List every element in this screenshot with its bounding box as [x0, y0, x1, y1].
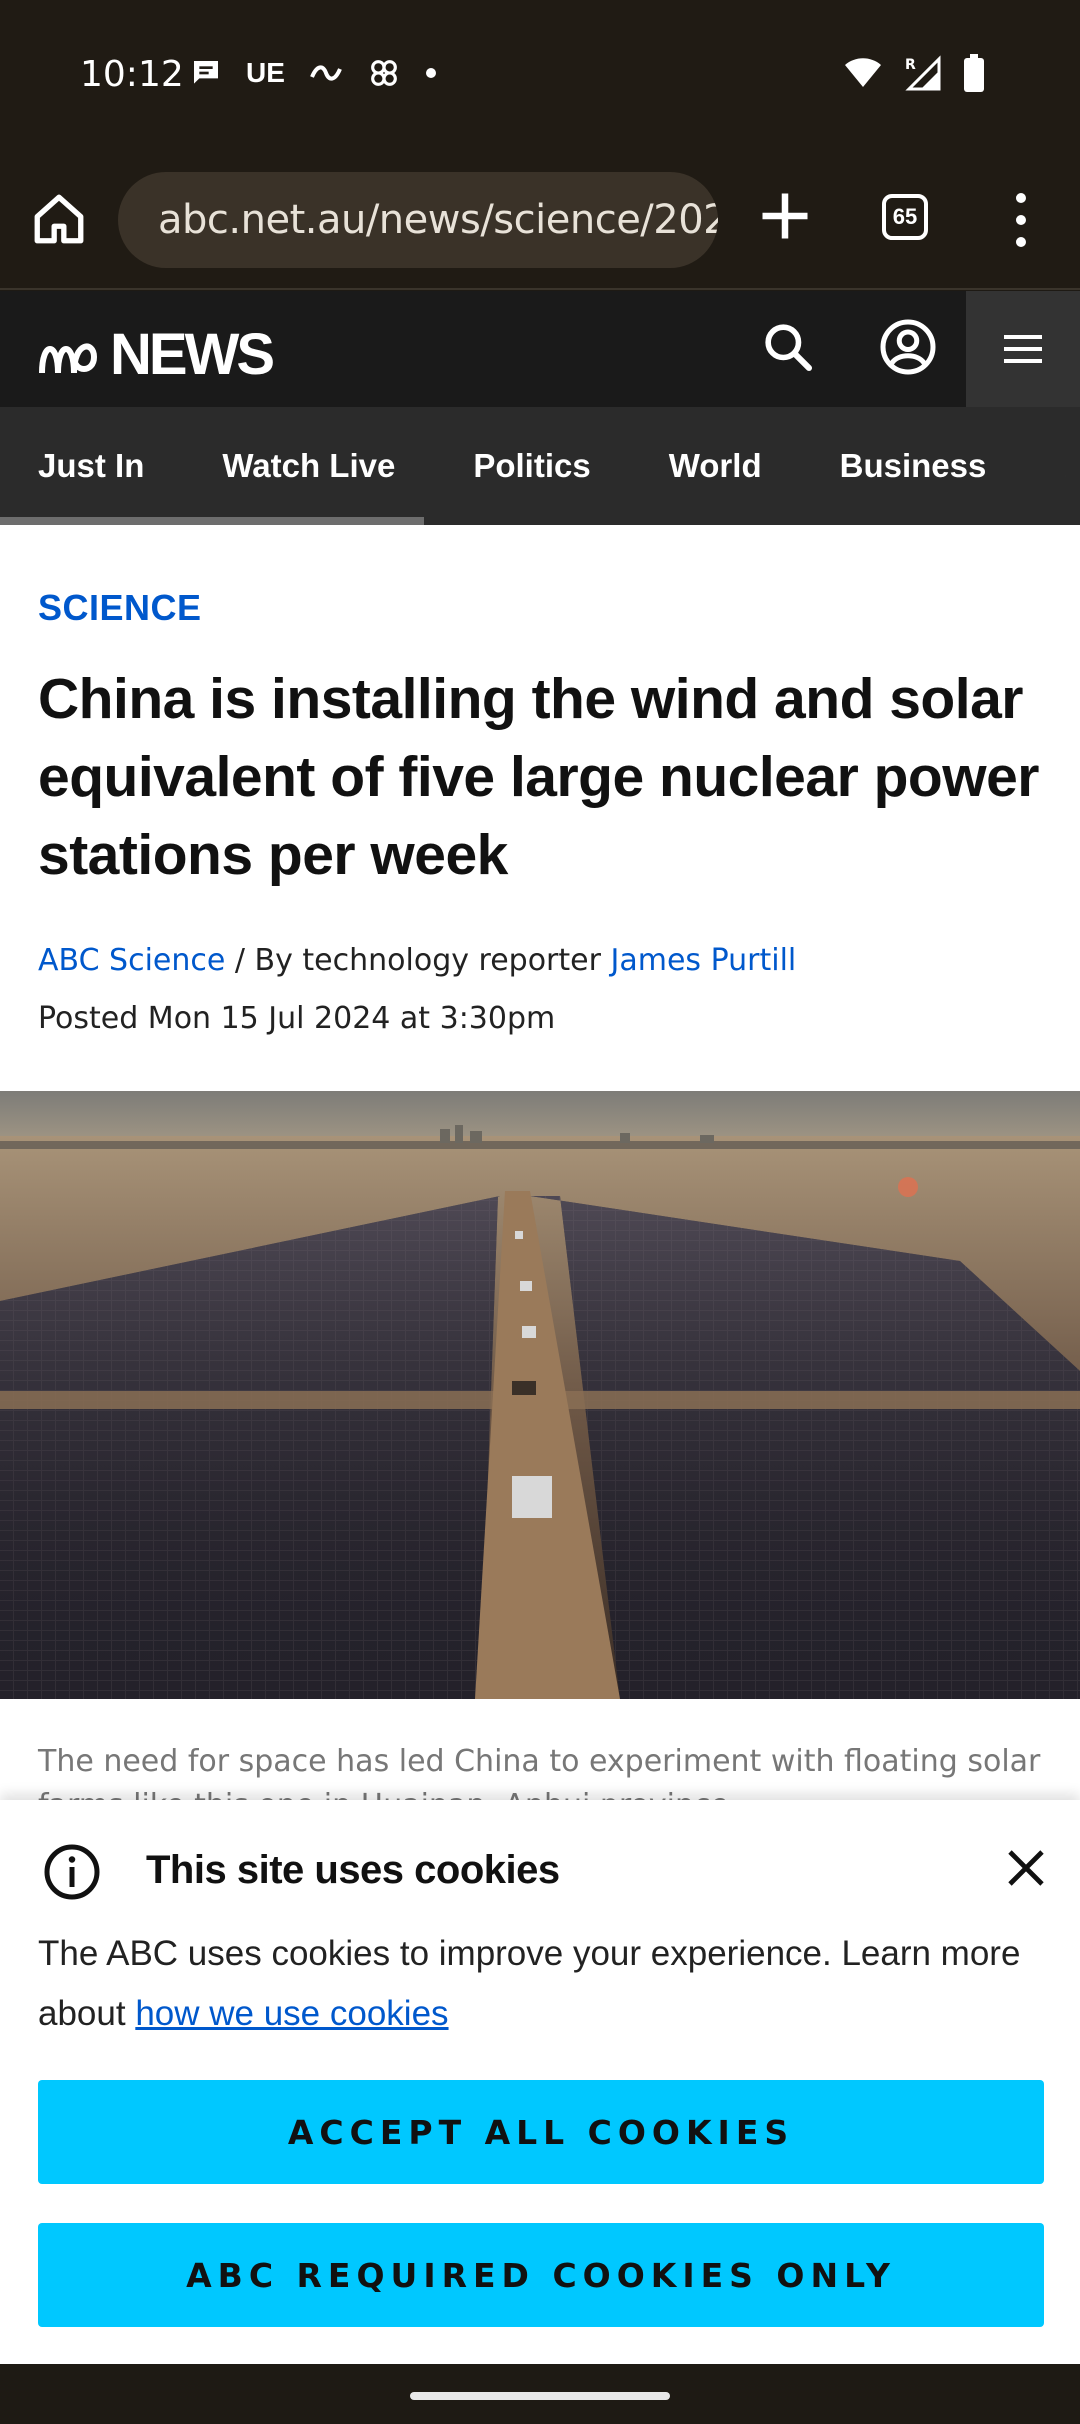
byline-source-link[interactable]: ABC Science — [38, 943, 225, 978]
hamburger-icon — [1004, 335, 1042, 363]
cookie-banner-title: This site uses cookies — [146, 1848, 560, 1892]
browser-toolbar: abc.net.au/news/science/2024-07-15 65 — [0, 150, 1080, 290]
url-text[interactable]: abc.net.au/news/science/2024-07-15 — [158, 197, 718, 243]
wifi-icon — [845, 58, 881, 87]
required-cookies-only-button[interactable]: ABC REQUIRED COOKIES ONLY — [38, 2223, 1044, 2327]
roaming-label: R — [905, 57, 916, 73]
status-left-icons: UE — [190, 56, 437, 90]
cookie-banner-body: The ABC uses cookies to improve your exp… — [38, 1924, 1038, 2044]
more-menu-icon[interactable] — [1010, 188, 1032, 252]
dot-icon — [425, 68, 436, 78]
swirl-icon — [310, 65, 342, 81]
cookie-banner: This site uses cookies The ABC uses cook… — [0, 1800, 1080, 2364]
cookie-policy-link[interactable]: how we use cookies — [135, 1994, 448, 2033]
pinwheel-icon — [371, 60, 397, 86]
article-headline: China is installing the wind and solar e… — [38, 667, 1039, 887]
hamburger-menu-button[interactable] — [966, 291, 1080, 407]
message-icon — [194, 61, 218, 84]
nav-scroll-fade — [990, 407, 1080, 525]
nav-item-world[interactable]: World — [630, 447, 801, 485]
abc-logo-icon — [39, 343, 98, 373]
status-right-icons: R — [843, 54, 985, 92]
logo-news-text: NEWS — [110, 322, 275, 387]
nav-item-politics[interactable]: Politics — [434, 447, 629, 485]
nav-item-just-in[interactable]: Just In — [0, 447, 183, 485]
close-icon[interactable] — [1002, 1844, 1050, 1892]
nav-scroll-indicator — [0, 517, 424, 525]
hero-image — [0, 1091, 1080, 1699]
section-nav: Just In Watch Live Politics World Busine… — [0, 407, 1080, 525]
hero-image-floating-solar-farm — [0, 1091, 1080, 1699]
article: SCIENCE China is installing the wind and… — [0, 525, 1080, 1823]
posted-date: Posted Mon 15 Jul 2024 at 3:30pm — [38, 1001, 556, 1036]
tab-count: 65 — [892, 204, 918, 229]
byline-text: / By technology reporter — [225, 943, 611, 978]
home-icon[interactable] — [30, 190, 88, 248]
battery-icon — [964, 54, 984, 92]
signal-roaming-icon: R — [905, 55, 941, 91]
status-time: 10:12 — [80, 54, 184, 95]
info-icon — [44, 1844, 100, 1900]
home-gesture-pill[interactable] — [410, 2392, 670, 2400]
search-icon[interactable] — [760, 319, 816, 375]
accept-all-cookies-button[interactable]: ACCEPT ALL COOKIES — [38, 2080, 1044, 2184]
status-bar: 10:12 UE R — [0, 0, 1080, 150]
site-header: NEWS — [0, 291, 1080, 407]
byline: ABC Science / By technology reporter Jam… — [38, 943, 796, 978]
new-tab-icon[interactable] — [755, 186, 815, 246]
gesture-nav-bar — [0, 2364, 1080, 2424]
abc-news-logo[interactable]: NEWS — [38, 321, 275, 388]
account-icon[interactable] — [878, 317, 938, 377]
section-label[interactable]: SCIENCE — [38, 587, 202, 629]
carrier-label: UE — [246, 57, 285, 88]
byline-author-link[interactable]: James Purtill — [610, 943, 796, 978]
address-bar[interactable]: abc.net.au/news/science/2024-07-15 — [118, 172, 718, 268]
tab-switcher-button[interactable]: 65 — [882, 194, 928, 240]
nav-item-watch-live[interactable]: Watch Live — [183, 447, 434, 485]
